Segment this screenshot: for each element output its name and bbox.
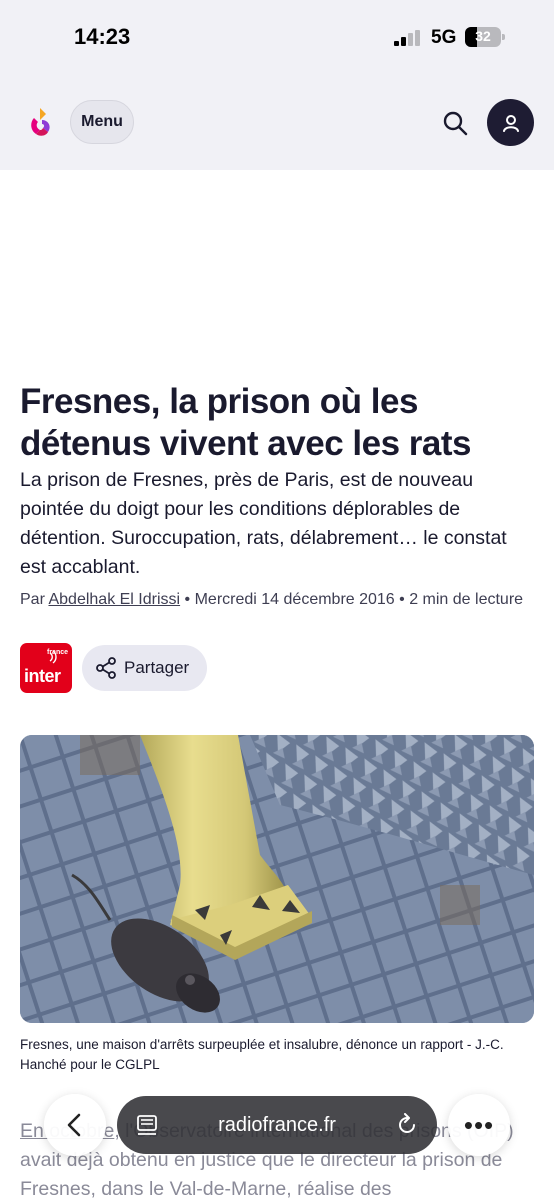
menu-button[interactable]: Menu <box>70 100 134 144</box>
byline-prefix: Par <box>20 591 45 608</box>
chevron-left-icon <box>67 1113 81 1137</box>
battery-icon: 32 <box>465 27 505 47</box>
url-text: radiofrance.fr <box>218 1113 336 1136</box>
site-header: Menu <box>0 78 554 170</box>
france-inter-logo[interactable]: france inter <box>20 643 72 693</box>
account-button[interactable] <box>487 99 534 146</box>
status-time: 14:23 <box>74 24 131 49</box>
share-label: Partager <box>124 658 190 677</box>
publish-date: • Mercredi 14 décembre 2016 <box>184 591 395 608</box>
article-lead: La prison de Fresnes, près de Paris, est… <box>20 469 507 578</box>
reading-time: • 2 min de lecture <box>399 591 524 608</box>
ad-placeholder <box>0 170 554 370</box>
user-icon <box>502 114 519 132</box>
more-button[interactable]: ••• <box>448 1094 510 1156</box>
battery-level: 32 <box>475 28 491 44</box>
address-bar[interactable]: radiofrance.fr <box>117 1096 437 1154</box>
france-inter-word: inter <box>24 666 61 686</box>
share-icon <box>96 657 116 679</box>
search-icon[interactable] <box>440 108 470 138</box>
share-button[interactable]: Partager <box>82 645 207 691</box>
back-button[interactable] <box>44 1094 106 1156</box>
reload-icon[interactable] <box>396 1113 418 1137</box>
status-bar: 14:23 5G 32 <box>0 0 554 78</box>
article-title: Fresnes, la prison où les détenus vivent… <box>20 382 471 463</box>
rat-photo <box>20 735 534 1023</box>
signal-icon <box>394 30 420 46</box>
radiofrance-logo[interactable] <box>26 106 56 138</box>
browser-toolbar: radiofrance.fr ••• <box>0 1092 554 1158</box>
france-inter-small: france <box>47 649 69 656</box>
byline: Par Abdelhak El Idrissi • Mercredi 14 dé… <box>20 587 540 612</box>
photo-caption: Fresnes, une maison d'arrêts surpeuplée … <box>20 1037 504 1072</box>
article-photo <box>20 735 534 1023</box>
network-type: 5G <box>431 27 457 48</box>
author-link[interactable]: Abdelhak El Idrissi <box>48 591 180 608</box>
